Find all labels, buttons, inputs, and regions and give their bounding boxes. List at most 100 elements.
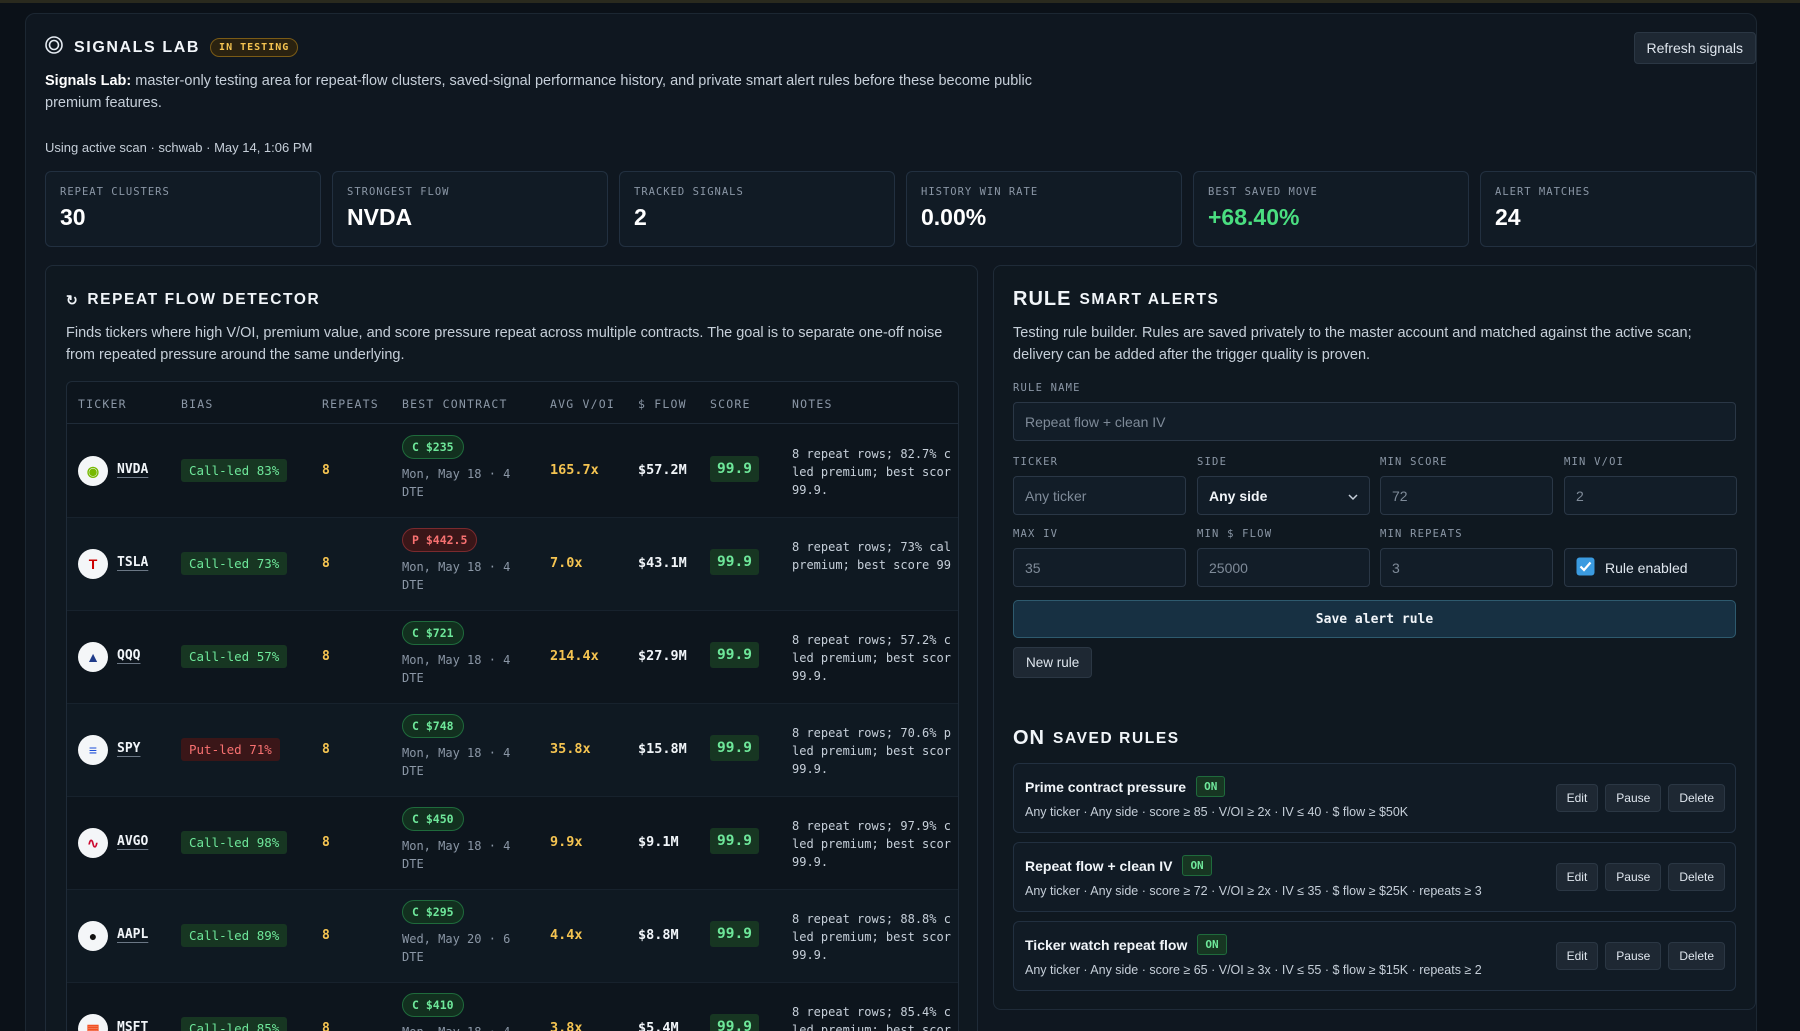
rule-name-input[interactable]: Repeat flow + clean IV [1013, 402, 1736, 441]
col-repeats[interactable]: REPEATS [322, 397, 379, 411]
page-title: SIGNALS LAB [74, 38, 201, 56]
best-contract: C $410 Mon, May 18 · 4 DTE [402, 993, 522, 1031]
table-row[interactable]: T TSLA Call-led 73% 8 P $442.5 Mon, May 18 · … [67, 518, 958, 611]
edit-button[interactable]: Edit [1555, 863, 1599, 891]
edit-button[interactable]: Edit [1555, 942, 1599, 970]
saved-rules-title: ON SAVED RULES [1013, 727, 1180, 750]
col-avg-voi[interactable]: AVG V/OI [550, 397, 615, 411]
page-description: Signals Lab: master-only testing area fo… [45, 70, 1045, 114]
contract-pill[interactable]: C $295 [402, 900, 464, 924]
contract-expiry: Mon, May 18 · 4 DTE [402, 1023, 522, 1031]
stat-value: 24 [1495, 204, 1521, 230]
min-voi-input[interactable]: 2 [1564, 476, 1737, 515]
bias-badge: Call-led 57% [181, 645, 288, 668]
col-score[interactable]: SCORE [710, 397, 751, 411]
ticker-symbol[interactable]: NVDA [117, 462, 148, 477]
pause-button[interactable]: Pause [1605, 942, 1662, 970]
score-badge: 99.9 [710, 549, 759, 575]
min-repeats-input[interactable]: 3 [1380, 548, 1553, 587]
ticker-logo-icon: ◉ [78, 456, 108, 486]
col-best-contract[interactable]: BEST CONTRACT [402, 397, 508, 411]
table-row[interactable]: ∿ AVGO Call-led 98% 8 C $450 Mon, May 18 · 4 … [67, 797, 958, 890]
contract-pill[interactable]: C $450 [402, 807, 464, 831]
side-select-value: Any side [1209, 487, 1268, 504]
ticker-symbol[interactable]: AVGO [117, 834, 148, 849]
stat-repeat-clusters: REPEAT CLUSTERS 30 [45, 171, 321, 247]
alerts-title-prefix: RULE [1013, 288, 1072, 310]
max-iv-input[interactable]: 35 [1013, 548, 1186, 587]
rule-enabled-checkbox[interactable]: Rule enabled [1564, 548, 1737, 587]
avg-voi: 165.7x [550, 462, 599, 478]
contract-pill[interactable]: C $721 [402, 621, 464, 645]
best-contract: C $295 Wed, May 20 · 6 DTE [402, 900, 522, 966]
ticker-symbol[interactable]: TSLA [117, 555, 148, 570]
save-alert-rule-button[interactable]: Save alert rule [1013, 600, 1736, 638]
delete-button[interactable]: Delete [1668, 863, 1725, 891]
delete-button[interactable]: Delete [1668, 784, 1725, 812]
alerts-title: RULE SMART ALERTS [1013, 288, 1220, 311]
row-notes: 8 repeat rows; 85.4% c led premium; best… [792, 1005, 951, 1031]
contract-pill[interactable]: C $410 [402, 993, 464, 1017]
contract-pill[interactable]: C $235 [402, 435, 464, 459]
pause-button[interactable]: Pause [1605, 863, 1662, 891]
page-header: SIGNALS LAB IN TESTING [44, 35, 299, 60]
avg-voi: 4.4x [550, 927, 583, 943]
table-row[interactable]: ▦ MSFT Call-led 85% 8 C $410 Mon, May 18 · 4 … [67, 983, 958, 1031]
ticker-logo-icon: ▲ [78, 642, 108, 672]
col-ticker[interactable]: TICKER [78, 397, 127, 411]
contract-pill[interactable]: C $748 [402, 714, 464, 738]
best-contract: P $442.5 Mon, May 18 · 4 DTE [402, 528, 522, 594]
edit-button[interactable]: Edit [1555, 784, 1599, 812]
ticker-label: TICKER [1013, 456, 1059, 468]
target-icon [44, 35, 64, 60]
table-row[interactable]: ▲ QQQ Call-led 57% 8 C $721 Mon, May 18 · 4 D… [67, 611, 958, 704]
table-row[interactable]: ● AAPL Call-led 89% 8 C $295 Wed, May 20 · 6 … [67, 890, 958, 983]
contract-pill[interactable]: P $442.5 [402, 528, 478, 552]
ticker-symbol[interactable]: QQQ [117, 648, 140, 663]
bias-badge: Call-led 89% [181, 924, 288, 947]
testing-badge: IN TESTING [210, 38, 299, 57]
col-flow[interactable]: $ FLOW [638, 397, 687, 411]
side-select[interactable]: Any side [1197, 476, 1370, 515]
refresh-signals-button[interactable]: Refresh signals [1633, 32, 1756, 64]
saved-rule-name: Prime contract pressure [1025, 778, 1187, 795]
stat-alert-matches: ALERT MATCHES 24 [1480, 171, 1756, 247]
max-iv-label: MAX IV [1013, 528, 1059, 540]
min-flow-input[interactable]: 25000 [1197, 548, 1370, 587]
best-contract: C $721 Mon, May 18 · 4 DTE [402, 621, 522, 687]
ticker-symbol[interactable]: MSFT [117, 1020, 148, 1031]
avg-voi: 3.8x [550, 1020, 583, 1031]
repeats-count: 8 [322, 1021, 330, 1031]
ticker-symbol[interactable]: AAPL [117, 927, 148, 942]
best-contract: C $235 Mon, May 18 · 4 DTE [402, 435, 522, 501]
score-badge: 99.9 [710, 828, 759, 854]
stat-strongest-flow: STRONGEST FLOW NVDA [332, 171, 608, 247]
stat-value: 30 [60, 204, 86, 230]
col-notes[interactable]: NOTES [792, 397, 833, 411]
rule-enabled-label: Rule enabled [1605, 559, 1688, 576]
repeats-count: 8 [322, 742, 330, 757]
table-row[interactable]: ≡ SPY Put-led 71% 8 C $748 Mon, May 18 · 4 DT… [67, 704, 958, 797]
row-notes: 8 repeat rows; 97.9% c led premium; best… [792, 819, 951, 869]
stat-value: +68.40% [1208, 204, 1300, 230]
table-row[interactable]: ◉ NVDA Call-led 83% 8 C $235 Mon, May 18 · 4 … [67, 425, 958, 518]
saved-rule-name-row: Ticker watch repeat flow ON [1025, 934, 1227, 955]
table-header: TICKER BIAS REPEATS BEST CONTRACT AVG V/… [67, 382, 958, 424]
saved-rule-description: Any ticker · Any side · score ≥ 65 · V/O… [1025, 963, 1482, 977]
stat-best-saved-move: BEST SAVED MOVE +68.40% [1193, 171, 1469, 247]
row-notes: 8 repeat rows; 73% cal premium; best sco… [792, 540, 951, 572]
min-score-input[interactable]: 72 [1380, 476, 1553, 515]
col-bias[interactable]: BIAS [181, 397, 214, 411]
delete-button[interactable]: Delete [1668, 942, 1725, 970]
ticker-input[interactable]: Any ticker [1013, 476, 1186, 515]
new-rule-button[interactable]: New rule [1013, 647, 1093, 678]
pause-button[interactable]: Pause [1605, 784, 1662, 812]
avg-voi: 214.4x [550, 648, 599, 664]
score-badge: 99.9 [710, 456, 759, 482]
avg-voi: 9.9x [550, 834, 583, 850]
alerts-description: Testing rule builder. Rules are saved pr… [1013, 325, 1692, 363]
bias-badge: Call-led 83% [181, 459, 288, 482]
ticker-symbol[interactable]: SPY [117, 741, 140, 756]
ticker-logo-icon: ● [78, 921, 108, 951]
ticker-logo-icon: ▦ [78, 1014, 108, 1031]
